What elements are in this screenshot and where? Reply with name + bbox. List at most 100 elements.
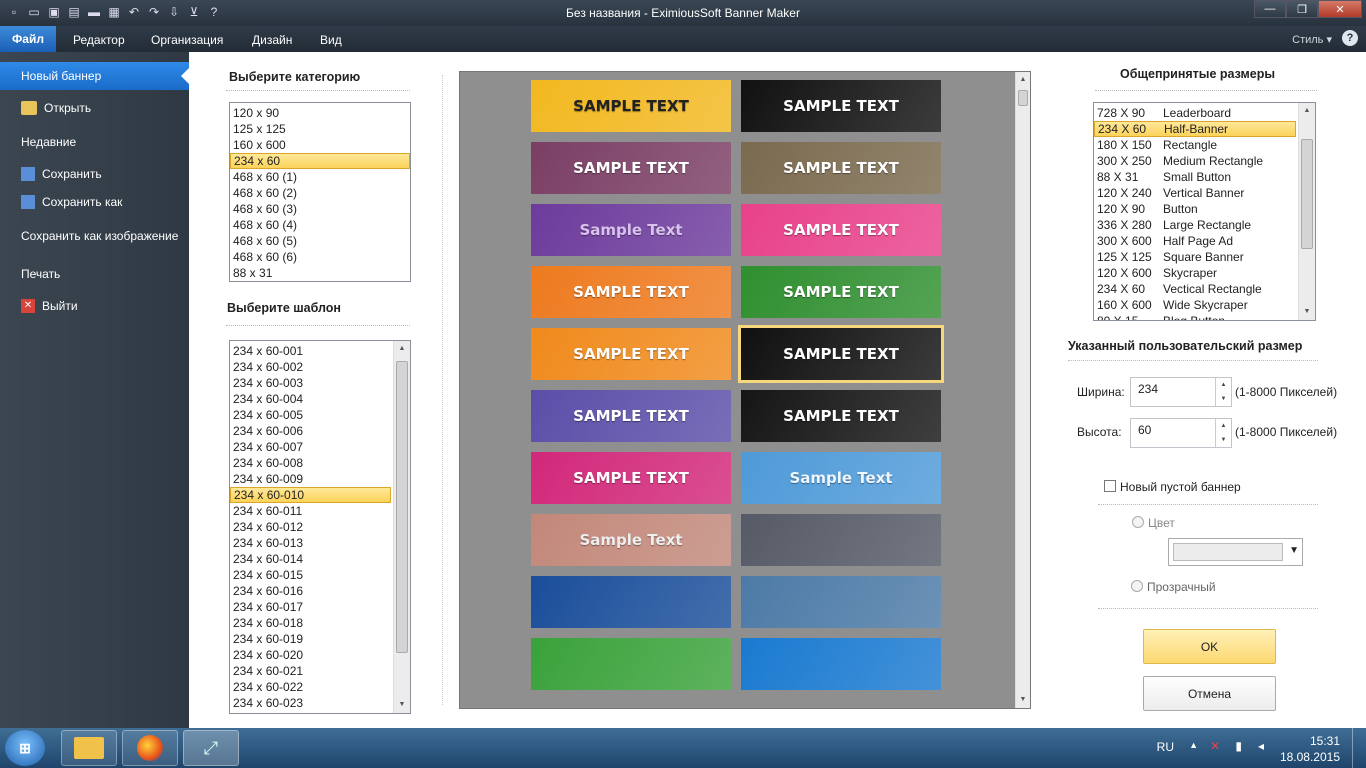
banner-template-tile[interactable]: SAMPLE TEXT (741, 80, 941, 132)
template-item[interactable]: 234 x 60-015 (230, 567, 391, 583)
nav-new-banner[interactable]: Новый баннер (0, 62, 189, 90)
size-item[interactable]: 234 X 60 Vectical Rectangle (1094, 281, 1296, 297)
size-item[interactable]: 300 X 600 Half Page Ad (1094, 233, 1296, 249)
height-spinner[interactable]: 60 ▲ ▼ (1130, 418, 1232, 448)
template-item[interactable]: 234 x 60-022 (230, 679, 391, 695)
show-desktop-button[interactable] (1352, 728, 1366, 768)
scroll-thumb[interactable] (1301, 139, 1313, 249)
banner-template-tile[interactable]: Sample Text (531, 204, 731, 256)
template-item[interactable]: 234 x 60-020 (230, 647, 391, 663)
show-hidden-icon[interactable]: ▲ (1189, 740, 1198, 750)
banner-template-tile[interactable]: SAMPLE TEXT (741, 142, 941, 194)
size-item[interactable]: 120 X 600 Skycraper (1094, 265, 1296, 281)
template-item[interactable]: 234 x 60-004 (230, 391, 391, 407)
size-item[interactable]: 88 X 31 Small Button (1094, 169, 1296, 185)
template-item[interactable]: 234 x 60-023 (230, 695, 391, 711)
nav-save-as[interactable]: Сохранить как (0, 188, 189, 216)
size-item[interactable]: 80 X 15 Blog Button (1094, 313, 1296, 320)
chevron-down-icon[interactable]: ▼ (1289, 545, 1299, 556)
template-item[interactable]: 234 x 60-007 (230, 439, 391, 455)
category-item[interactable]: 88 x 31 (230, 265, 410, 281)
spin-down-icon[interactable]: ▼ (1216, 433, 1231, 447)
gallery-scrollbar[interactable]: ▲ ▼ (1015, 72, 1030, 708)
banner-template-tile[interactable]: SAMPLE TEXT (531, 266, 731, 318)
template-item[interactable]: 234 x 60-006 (230, 423, 391, 439)
volume-icon[interactable]: ◂ (1258, 739, 1264, 753)
color-dropdown[interactable]: ▼ (1168, 538, 1303, 566)
nav-recent[interactable]: Недавние (0, 128, 189, 156)
template-item[interactable]: 234 x 60-003 (230, 375, 391, 391)
category-item[interactable]: 468 x 60 (5) (230, 233, 410, 249)
banner-template-tile[interactable]: SAMPLE TEXT (531, 80, 731, 132)
width-value[interactable]: 234 (1138, 382, 1158, 396)
spin-up-icon[interactable]: ▲ (1216, 378, 1231, 392)
size-item[interactable]: 180 X 150 Rectangle (1094, 137, 1296, 153)
banner-template-tile[interactable] (741, 638, 941, 690)
banner-template-tile[interactable]: SAMPLE TEXT (531, 390, 731, 442)
transparent-radio[interactable] (1131, 580, 1143, 592)
nav-open[interactable]: Открыть (0, 94, 189, 122)
template-item[interactable]: 234 x 60-018 (230, 615, 391, 631)
template-item[interactable]: 234 x 60-005 (230, 407, 391, 423)
template-item[interactable]: 234 x 60-002 (230, 359, 391, 375)
spin-up-icon[interactable]: ▲ (1216, 419, 1231, 433)
size-item[interactable]: 728 X 90 Leaderboard (1094, 105, 1296, 121)
category-item[interactable]: 468 x 60 (3) (230, 201, 410, 217)
cancel-button[interactable]: Отмена (1143, 676, 1276, 711)
template-item[interactable]: 234 x 60-019 (230, 631, 391, 647)
category-item[interactable]: 468 x 60 (4) (230, 217, 410, 233)
template-item[interactable]: 234 x 60-013 (230, 535, 391, 551)
banner-maker-taskbar-button[interactable]: ⤢ (183, 730, 239, 766)
size-item[interactable]: 120 X 90 Button (1094, 201, 1296, 217)
banner-template-tile[interactable]: Sample Text (741, 452, 941, 504)
style-menu[interactable]: Стиль ▾ (1292, 33, 1332, 46)
template-item[interactable]: 234 x 60-014 (230, 551, 391, 567)
scroll-down-icon[interactable]: ▼ (1016, 692, 1030, 708)
banner-template-tile[interactable]: SAMPLE TEXT (741, 266, 941, 318)
size-item[interactable]: 160 X 600 Wide Skycraper (1094, 297, 1296, 313)
template-item[interactable]: 234 x 60-011 (230, 503, 391, 519)
help-icon[interactable]: ? (1342, 30, 1358, 46)
banner-template-tile[interactable]: SAMPLE TEXT (741, 390, 941, 442)
menu-design[interactable]: Дизайн (252, 33, 292, 47)
size-item[interactable]: 300 X 250 Medium Rectangle (1094, 153, 1296, 169)
network-icon[interactable]: ✕ (1210, 739, 1220, 753)
category-item[interactable]: 468 x 60 (2) (230, 185, 410, 201)
scroll-thumb[interactable] (396, 361, 408, 653)
banner-template-tile[interactable]: SAMPLE TEXT (531, 142, 731, 194)
category-item[interactable]: 234 x 60 (230, 153, 410, 169)
template-list[interactable]: 234 x 60-001 234 x 60-002 234 x 60-003 234 … (229, 340, 411, 714)
menu-view[interactable]: Вид (320, 33, 342, 47)
category-item[interactable]: 125 x 125 (230, 121, 410, 137)
sizes-scrollbar[interactable]: ▲ ▼ (1298, 103, 1315, 320)
template-scrollbar[interactable]: ▲ ▼ (393, 341, 410, 713)
explorer-taskbar-button[interactable] (61, 730, 117, 766)
category-list[interactable]: 120 x 90 125 x 125 160 x 600 234 x 60 468 x … (229, 102, 411, 282)
nav-save-as-image[interactable]: Сохранить как изображение (0, 222, 189, 250)
height-value[interactable]: 60 (1138, 423, 1151, 437)
scroll-down-icon[interactable]: ▼ (394, 697, 410, 713)
nav-print[interactable]: Печать (0, 260, 189, 288)
banner-template-tile[interactable]: Sample Text (531, 514, 731, 566)
scroll-up-icon[interactable]: ▲ (1299, 103, 1315, 119)
banner-template-tile[interactable] (741, 576, 941, 628)
spin-down-icon[interactable]: ▼ (1216, 392, 1231, 406)
template-item[interactable]: 234 x 60-017 (230, 599, 391, 615)
scroll-thumb[interactable] (1018, 90, 1028, 106)
menu-file[interactable]: Файл (0, 26, 56, 52)
banner-template-tile[interactable] (531, 638, 731, 690)
template-item[interactable]: 234 x 60-009 (230, 471, 391, 487)
category-item[interactable]: 468 x 60 (1) (230, 169, 410, 185)
category-item[interactable]: 468 x 60 (6) (230, 249, 410, 265)
banner-template-tile[interactable] (531, 576, 731, 628)
template-item[interactable]: 234 x 60-008 (230, 455, 391, 471)
scroll-up-icon[interactable]: ▲ (394, 341, 410, 357)
size-item[interactable]: 234 X 60 Half-Banner (1094, 121, 1296, 137)
nav-save[interactable]: Сохранить (0, 160, 189, 188)
color-radio[interactable] (1132, 516, 1144, 528)
category-item[interactable]: 120 x 90 (230, 105, 410, 121)
template-item[interactable]: 234 x 60-001 (230, 343, 391, 359)
category-item[interactable]: 160 x 600 (230, 137, 410, 153)
template-item[interactable]: 234 x 60-016 (230, 583, 391, 599)
banner-template-tile[interactable]: SAMPLE TEXT (741, 204, 941, 256)
